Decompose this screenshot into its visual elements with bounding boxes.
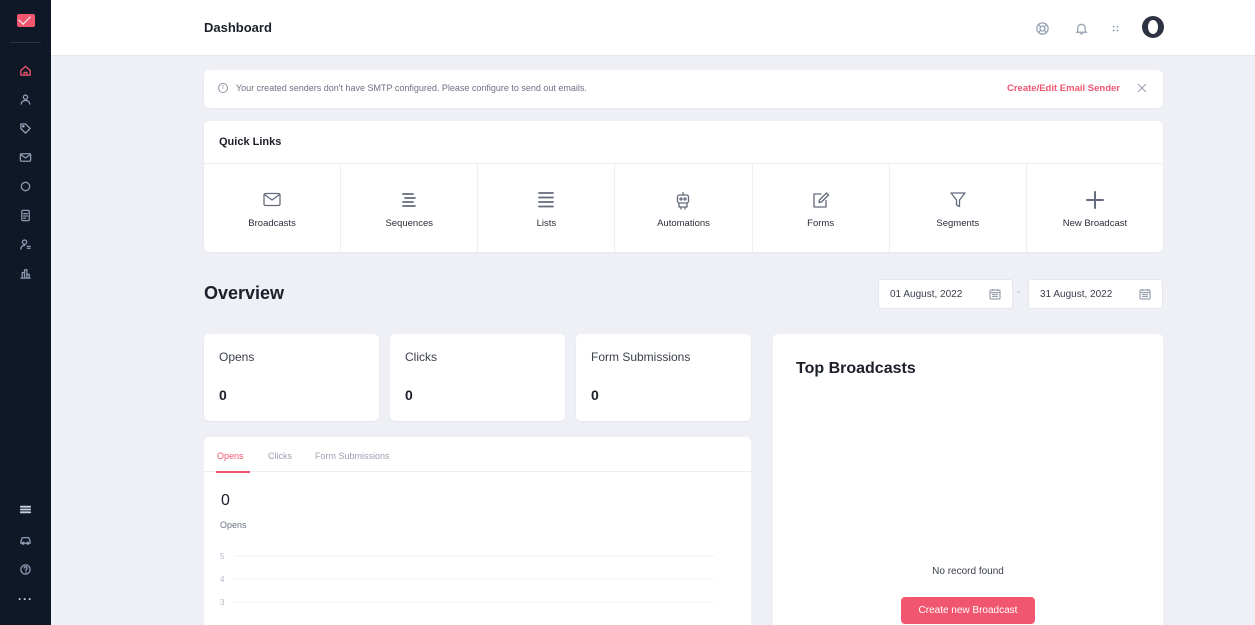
active-tab-indicator xyxy=(216,471,250,473)
y-tick-label: 5 xyxy=(220,552,225,561)
top-bar: Dashboard xyxy=(51,0,1255,56)
create-broadcast-button[interactable]: Create new Broadcast xyxy=(901,597,1035,624)
stat-value: 0 xyxy=(405,387,413,403)
rail-divider xyxy=(10,42,41,43)
quick-link-label: Broadcasts xyxy=(248,218,296,229)
flag-icon[interactable] xyxy=(0,497,51,521)
quick-links-header: Quick Links xyxy=(204,121,1163,164)
close-icon[interactable] xyxy=(1135,81,1149,95)
quick-links-list: Broadcasts Sequences Lists Automations F… xyxy=(204,164,1163,252)
date-to-value: 31 August, 2022 xyxy=(1040,289,1113,300)
quick-link-label: Automations xyxy=(657,218,710,229)
quick-link-label: Forms xyxy=(807,218,835,229)
page-title: Dashboard xyxy=(204,20,272,35)
quick-link-new-broadcast[interactable]: New Broadcast xyxy=(1027,164,1163,252)
create-email-sender-link[interactable]: Create/Edit Email Sender xyxy=(1007,83,1120,94)
envelope-icon xyxy=(261,190,283,210)
more-icon[interactable]: ··· xyxy=(0,587,51,611)
date-range-separator: - xyxy=(1017,287,1021,298)
user-icon[interactable] xyxy=(0,232,51,256)
tab-form-submissions[interactable]: Form Submissions xyxy=(315,451,390,461)
date-to-picker[interactable]: 31 August, 2022 xyxy=(1028,279,1163,309)
quick-link-lists[interactable]: Lists xyxy=(478,164,616,252)
stat-card-form-submissions: Form Submissions 0 xyxy=(576,334,751,421)
app-logo[interactable] xyxy=(17,14,35,27)
smtp-notice: i Your created senders don't have SMTP c… xyxy=(204,70,1163,108)
stat-card-clicks: Clicks 0 xyxy=(390,334,565,421)
quick-link-label: Segments xyxy=(936,218,980,229)
stat-value: 0 xyxy=(219,387,227,403)
edit-form-icon xyxy=(810,190,832,210)
quick-links-title: Quick Links xyxy=(219,136,282,148)
filter-icon xyxy=(947,190,969,210)
calendar-icon xyxy=(989,288,1001,300)
quick-link-label: New Broadcast xyxy=(1062,218,1128,229)
tag-icon[interactable] xyxy=(0,116,51,140)
y-tick-label: 3 xyxy=(220,598,225,607)
lifebuoy-icon[interactable] xyxy=(1032,18,1052,38)
stat-name: Opens xyxy=(219,350,255,364)
list-icon xyxy=(535,190,557,210)
overview-title: Overview xyxy=(204,283,285,303)
robot-icon xyxy=(672,190,694,210)
contacts-icon[interactable] xyxy=(0,87,51,111)
top-broadcasts-title: Top Broadcasts xyxy=(796,360,916,377)
sequences-icon[interactable] xyxy=(0,174,51,198)
avatar[interactable] xyxy=(1142,16,1164,38)
quick-link-forms[interactable]: Forms xyxy=(753,164,890,252)
forms-icon[interactable] xyxy=(0,203,51,227)
info-icon: i xyxy=(218,83,228,93)
chart-tabs: Opens Clicks Form Submissions xyxy=(204,437,751,473)
stat-value: 0 xyxy=(591,387,599,403)
y-tick-label: 4 xyxy=(220,575,225,584)
quick-link-segments[interactable]: Segments xyxy=(890,164,1027,252)
reports-icon[interactable] xyxy=(0,261,51,285)
calendar-icon xyxy=(1139,288,1151,300)
bell-icon[interactable] xyxy=(1071,18,1091,38)
quick-links-card: Quick Links Broadcasts Sequences Lists A… xyxy=(204,121,1163,252)
email-icon[interactable] xyxy=(0,145,51,169)
notice-message: Your created senders don't have SMTP con… xyxy=(236,83,587,93)
chart-total-label: Opens xyxy=(220,520,247,530)
empty-state-text: No record found xyxy=(932,566,1004,577)
quick-link-label: Lists xyxy=(536,218,557,229)
quick-link-automations[interactable]: Automations xyxy=(615,164,753,252)
sidebar-rail: ··· xyxy=(0,0,51,625)
date-from-picker[interactable]: 01 August, 2022 xyxy=(878,279,1013,309)
quick-link-broadcasts[interactable]: Broadcasts xyxy=(204,164,342,252)
date-from-value: 01 August, 2022 xyxy=(890,289,963,300)
chart-total-value: 0 xyxy=(221,492,230,509)
top-broadcasts-card: Top Broadcasts No record found Create ne… xyxy=(773,334,1163,625)
tab-opens[interactable]: Opens xyxy=(217,451,244,461)
quick-link-sequences[interactable]: Sequences xyxy=(341,164,479,252)
home-icon[interactable] xyxy=(0,58,51,82)
plus-icon xyxy=(1084,190,1106,210)
stat-card-opens: Opens 0 xyxy=(204,334,379,421)
activity-chart-panel: Opens Clicks Form Submissions 0 Opens 5 4… xyxy=(204,437,751,625)
quick-link-label: Sequences xyxy=(385,218,433,229)
stat-name: Clicks xyxy=(405,350,437,364)
opens-line-chart: 5 4 3 xyxy=(220,552,714,607)
help-icon[interactable] xyxy=(0,557,51,581)
sequences-icon xyxy=(398,190,420,210)
car-icon[interactable] xyxy=(0,527,51,551)
tab-clicks[interactable]: Clicks xyxy=(268,451,292,461)
apps-grid-icon[interactable] xyxy=(1105,18,1125,38)
stat-name: Form Submissions xyxy=(591,350,691,364)
